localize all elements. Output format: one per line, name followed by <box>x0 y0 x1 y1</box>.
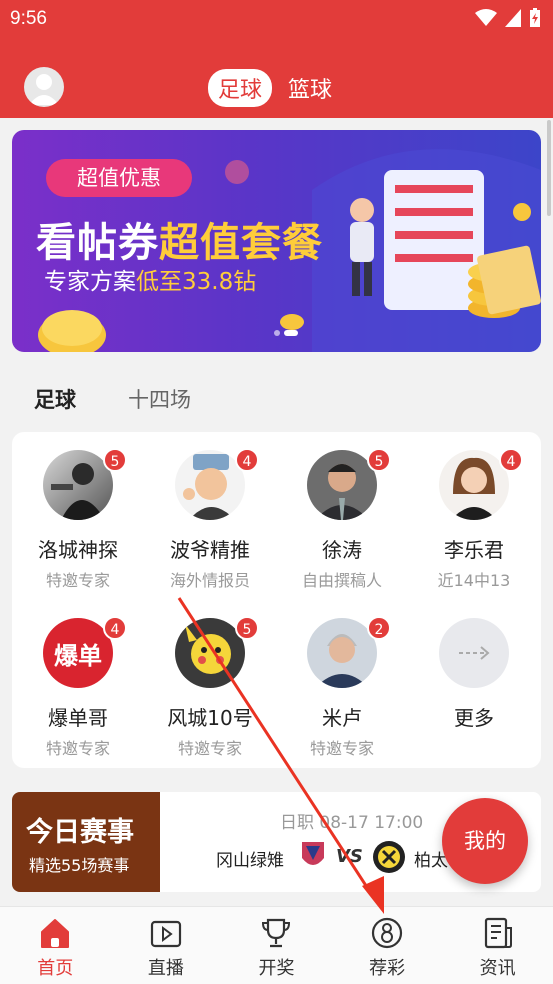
expert-item[interactable]: 4 波爷精推 海外情报员 <box>144 448 276 591</box>
expert-desc: 特邀专家 <box>45 571 110 590</box>
arrow-right-icon <box>439 618 509 688</box>
status-time: 9:56 <box>10 8 47 29</box>
nav-home-label: 首页 <box>37 958 74 979</box>
nav-news[interactable]: 资讯 <box>442 907 553 984</box>
more-experts-button[interactable]: 更多 <box>408 618 540 731</box>
wifi-icon <box>475 9 497 26</box>
expert-name: 波爷精推 <box>170 538 250 562</box>
nav-live[interactable]: 直播 <box>111 907 222 984</box>
banner-sub-b: 低至33.8钻 <box>136 269 257 295</box>
expert-badge: 5 <box>103 448 127 472</box>
lottery-8-icon <box>371 917 403 949</box>
expert-item[interactable]: 2 米卢 特邀专家 <box>276 616 408 759</box>
expert-name: 米卢 <box>322 706 362 730</box>
signal-icon <box>505 9 521 27</box>
expert-name: 李乐君 <box>444 538 504 562</box>
category-tabs: 足球 十四场 <box>34 384 191 414</box>
nav-lottery-result-label: 开奖 <box>258 958 295 979</box>
expert-desc: 特邀专家 <box>309 739 374 758</box>
play-icon <box>150 920 181 948</box>
expert-item[interactable]: 爆单 4 爆单哥 特邀专家 <box>12 616 144 759</box>
user-avatar[interactable] <box>24 67 64 107</box>
nav-recommend[interactable]: 荐彩 <box>332 907 443 984</box>
banner-pill: 超值优惠 <box>46 159 192 197</box>
expert-name: 洛城神探 <box>38 538 118 562</box>
bottom-nav: 首页 直播 开奖 荐彩 资讯 <box>0 906 553 984</box>
tab-basketball[interactable]: 篮球 <box>278 69 342 107</box>
pager-dot-active <box>284 330 298 336</box>
expert-item[interactable]: 5 徐涛 自由撰稿人 <box>276 448 408 591</box>
expert-badge: 5 <box>367 448 391 472</box>
nav-recommend-label: 荐彩 <box>369 958 406 979</box>
banner-headline: 看帖券超值套餐 <box>36 210 323 268</box>
expert-badge: 4 <box>103 616 127 640</box>
pager-dot <box>274 330 280 336</box>
expert-badge: 5 <box>235 616 259 640</box>
home-icon <box>41 919 70 948</box>
home-team-logo-icon <box>302 842 324 865</box>
nav-news-label: 资讯 <box>479 958 516 979</box>
nav-home[interactable]: 首页 <box>0 907 111 984</box>
promo-banner[interactable]: 超值优惠 看帖券超值套餐 专家方案低至33.8钻 <box>12 130 541 352</box>
my-fab-button[interactable]: 我的 <box>442 798 528 884</box>
tab-football[interactable]: 足球 <box>208 69 273 107</box>
expert-desc: 近14中13 <box>437 571 511 590</box>
nav-lottery-result[interactable]: 开奖 <box>221 907 332 984</box>
status-bar: 9:56 <box>0 0 553 40</box>
person-icon <box>29 74 59 105</box>
banner-headline-b: 超值套餐 <box>159 220 323 266</box>
status-icons <box>475 8 541 28</box>
tab-fourteen-matches[interactable]: 十四场 <box>128 384 191 414</box>
expert-item[interactable]: 5 风城10号 特邀专家 <box>144 616 276 759</box>
banner-headline-a: 看帖券 <box>36 220 159 266</box>
today-matches-panel: 今日赛事 精选55场赛事 <box>12 792 160 892</box>
home-team: 冈山绿雉 <box>216 851 284 871</box>
expert-badge: 4 <box>499 448 523 472</box>
expert-badge: 2 <box>367 616 391 640</box>
sport-tabs: 足球 篮球 <box>208 69 342 107</box>
scrollbar[interactable] <box>547 120 551 216</box>
expert-desc: 海外情报员 <box>169 571 250 590</box>
battery-icon <box>530 8 540 27</box>
banner-pager <box>274 330 298 336</box>
expert-desc: 自由撰稿人 <box>301 571 382 590</box>
expert-item[interactable]: 4 李乐君 近14中13 <box>408 448 540 591</box>
expert-avatar-text: 爆单 <box>54 641 102 670</box>
match-info: 日职 08-17 17:00 <box>280 813 424 833</box>
news-icon <box>484 917 512 949</box>
expert-name: 徐涛 <box>322 538 362 562</box>
experts-card: 5 洛城神探 特邀专家 4 波爷精推 海外情报员 5 徐涛 自由撰稿人 4 李乐… <box>12 432 541 768</box>
expert-name: 爆单哥 <box>48 706 108 730</box>
expert-desc: 特邀专家 <box>177 739 242 758</box>
trophy-icon <box>262 918 291 948</box>
today-matches-subtitle: 精选55场赛事 <box>29 856 130 875</box>
app-header: 足球 篮球 <box>0 40 553 118</box>
versus-label: VS <box>336 846 363 867</box>
expert-name: 风城10号 <box>167 706 253 730</box>
tab-football-experts[interactable]: 足球 <box>34 384 76 414</box>
nav-live-label: 直播 <box>147 958 184 979</box>
away-team-logo-icon <box>373 841 405 873</box>
more-label: 更多 <box>454 706 494 730</box>
expert-desc: 特邀专家 <box>45 739 110 758</box>
banner-sub-a: 专家方案 <box>44 269 136 295</box>
expert-item[interactable]: 5 洛城神探 特邀专家 <box>12 448 144 591</box>
banner-subtitle: 专家方案低至33.8钻 <box>44 262 256 296</box>
expert-badge: 4 <box>235 448 259 472</box>
today-matches-title: 今日赛事 <box>26 817 134 848</box>
